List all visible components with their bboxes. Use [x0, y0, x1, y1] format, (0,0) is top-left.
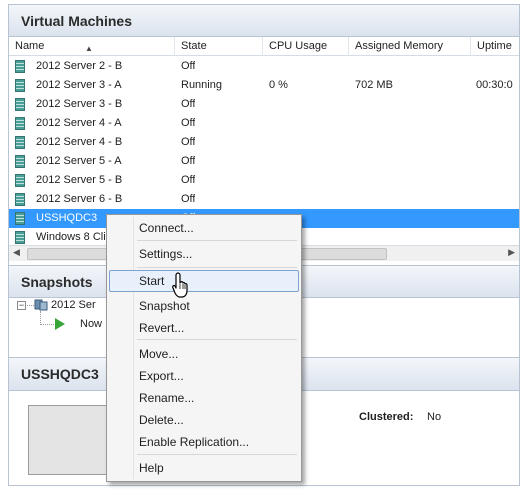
clustered-value: No: [427, 411, 442, 423]
vm-name-cell: 2012 Server 4 - A: [36, 117, 122, 129]
column-header-state[interactable]: State: [175, 37, 263, 56]
vm-uptime-cell: 00:30:0: [476, 79, 513, 91]
virtual-machines-title: Virtual Machines: [21, 12, 133, 29]
virtual-machine-icon: [15, 231, 25, 244]
vm-name-cell: 2012 Server 2 - B: [36, 60, 123, 72]
vm-state-cell: Running: [181, 79, 222, 91]
vm-name-cell: USSHQDC3: [36, 212, 98, 224]
column-header-uptime[interactable]: Uptime: [471, 37, 521, 56]
menu-item-export[interactable]: Export...: [109, 365, 299, 387]
vm-row[interactable]: 2012 Server 4 - A Off: [9, 114, 519, 133]
virtual-machines-header: Virtual Machines: [9, 4, 519, 37]
details-title: USSHQDC3: [21, 366, 99, 382]
collapse-toggle-icon[interactable]: −: [17, 301, 26, 310]
column-header-name[interactable]: Name ▲: [9, 37, 175, 56]
virtual-machine-icon: [15, 212, 25, 225]
vm-row[interactable]: 2012 Server 6 - B Off: [9, 190, 519, 209]
tree-connector: [40, 324, 54, 325]
vm-memory-cell: 702 MB: [355, 79, 393, 91]
menu-separator: [137, 240, 297, 241]
vm-row[interactable]: 2012 Server 4 - B Off: [9, 133, 519, 152]
vm-state-cell: Off: [181, 193, 196, 205]
vm-column-headers: Name ▲ State CPU Usage Assigned Memory U…: [9, 37, 519, 56]
scroll-right-icon[interactable]: ▶: [508, 247, 515, 258]
now-play-icon: [55, 318, 65, 330]
vm-name-cell: 2012 Server 3 - A: [36, 79, 122, 91]
column-header-assigned-memory[interactable]: Assigned Memory: [349, 37, 471, 56]
menu-item-connect[interactable]: Connect...: [109, 217, 299, 239]
vm-state-cell: Off: [181, 98, 196, 110]
vm-name-cell: 2012 Server 4 - B: [36, 136, 123, 148]
snapshot-root-label[interactable]: 2012 Ser: [51, 299, 96, 311]
vm-row[interactable]: 2012 Server 5 - B Off: [9, 171, 519, 190]
vm-state-cell: Off: [181, 136, 196, 148]
vm-row[interactable]: 2012 Server 3 - A Running 0 % 702 MB 00:30:0: [9, 76, 519, 95]
vm-name-cell: 2012 Server 5 - B: [36, 174, 123, 186]
menu-item-rename[interactable]: Rename...: [109, 387, 299, 409]
vm-state-cell: Off: [181, 155, 196, 167]
vm-name-cell: 2012 Server 6 - B: [36, 193, 123, 205]
menu-separator: [137, 267, 297, 268]
virtual-machine-icon: [15, 193, 25, 206]
vm-row[interactable]: 2012 Server 5 - A Off: [9, 152, 519, 171]
vm-state-cell: Off: [181, 174, 196, 186]
virtual-machine-icon: [15, 60, 25, 73]
column-header-cpu-usage[interactable]: CPU Usage: [263, 37, 349, 56]
menu-separator: [137, 454, 297, 455]
vm-row[interactable]: 2012 Server 2 - B Off: [9, 57, 519, 76]
menu-item-help[interactable]: Help: [109, 457, 299, 479]
snapshot-icon: [34, 298, 48, 311]
snapshot-now-label[interactable]: Now: [80, 318, 102, 330]
menu-item-move[interactable]: Move...: [109, 343, 299, 365]
menu-item-start[interactable]: Start: [109, 270, 299, 292]
scroll-left-icon[interactable]: ◀: [13, 247, 20, 258]
tree-connector: [27, 305, 34, 306]
sort-ascending-icon: ▲: [85, 44, 93, 53]
virtual-machine-icon: [15, 136, 25, 149]
virtual-machine-icon: [15, 155, 25, 168]
virtual-machine-icon: [15, 98, 25, 111]
vm-name-cell: 2012 Server 5 - A: [36, 155, 122, 167]
virtual-machine-icon: [15, 79, 25, 92]
menu-item-enable-replication[interactable]: Enable Replication...: [109, 431, 299, 453]
virtual-machine-icon: [15, 117, 25, 130]
virtual-machine-icon: [15, 174, 25, 187]
vm-cpu-cell: 0 %: [269, 79, 288, 91]
tree-connector: [40, 311, 41, 325]
snapshots-title: Snapshots: [21, 273, 93, 290]
vm-state-cell: Off: [181, 117, 196, 129]
vm-name-cell: Windows 8 Cli: [36, 231, 106, 243]
menu-separator: [137, 339, 297, 340]
context-menu: Connect... Settings... Start Snapshot Revert…: [106, 214, 302, 482]
menu-item-snapshot[interactable]: Snapshot: [109, 295, 299, 317]
clustered-label: Clustered:: [359, 411, 414, 423]
vm-name-cell: 2012 Server 3 - B: [36, 98, 123, 110]
vm-row[interactable]: 2012 Server 3 - B Off: [9, 95, 519, 114]
menu-item-settings[interactable]: Settings...: [109, 243, 299, 265]
menu-item-revert[interactable]: Revert...: [109, 317, 299, 339]
vm-state-cell: Off: [181, 60, 196, 72]
menu-item-delete[interactable]: Delete...: [109, 409, 299, 431]
hand-cursor-icon: [172, 272, 192, 298]
